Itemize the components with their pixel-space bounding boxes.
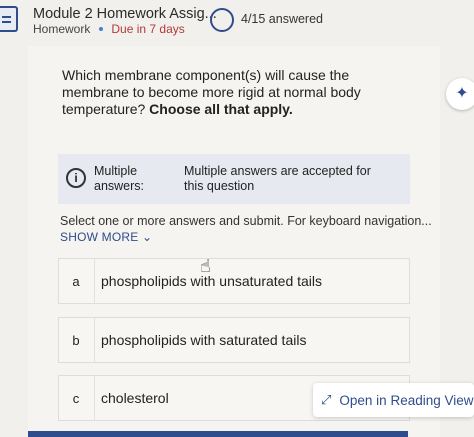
assignment-header: Module 2 Homework Assig... Homework Due … [0, 0, 474, 46]
hand-cursor-icon: ☝ [200, 256, 211, 276]
option-divider [94, 318, 95, 362]
open-reading-view-button[interactable]: ⤢ Open in Reading View [313, 383, 474, 417]
option-text: cholesterol [101, 390, 169, 406]
assignment-type: Homework [33, 22, 91, 36]
info-icon: i [66, 168, 86, 188]
option-letter: b [72, 333, 80, 348]
option-text: phospholipids with unsaturated tails [101, 273, 323, 289]
multiple-answers-info: i Multiple answers: Multiple answers are… [58, 154, 410, 204]
question-emphasis: Choose all that apply. [149, 101, 293, 117]
question-text: Which membrane component(s) will cause t… [62, 67, 412, 118]
info-text: Multiple answers are accepted for this q… [184, 164, 371, 193]
progress-ring-icon [210, 8, 234, 32]
option-text: phospholipids with saturated tails [101, 332, 307, 348]
answer-option-b[interactable]: b phospholipids with saturated tails [58, 317, 410, 363]
info-label: Multiple answers: [94, 164, 145, 193]
assignment-document-icon [0, 6, 18, 32]
chevron-down-icon: ⌄ [142, 230, 153, 244]
option-letter: c [72, 391, 80, 406]
answer-instructions: Select one or more answers and submit. F… [60, 214, 432, 228]
due-date: Due in 7 days [111, 22, 185, 36]
separator-dot [99, 27, 104, 31]
show-more-link[interactable]: SHOW MORE ⌄ [60, 230, 152, 244]
sparkle-icon: ✦ [455, 85, 469, 102]
bottom-accent-bar [28, 431, 408, 437]
option-divider [94, 259, 95, 303]
expand-icon: ⤢ [321, 392, 332, 407]
reading-view-label: Open in Reading View [339, 392, 474, 408]
assignment-title[interactable]: Module 2 Homework Assig... [33, 6, 217, 22]
answer-option-a[interactable]: a phospholipids with unsaturated tails [58, 258, 410, 304]
assignment-meta: Homework Due in 7 days [33, 22, 185, 36]
show-more-label: SHOW MORE [60, 230, 139, 244]
option-letter: a [72, 274, 80, 289]
answered-count: 4/15 answered [241, 12, 324, 26]
option-divider [94, 376, 95, 420]
ai-assist-button[interactable]: ✦ [446, 78, 474, 110]
